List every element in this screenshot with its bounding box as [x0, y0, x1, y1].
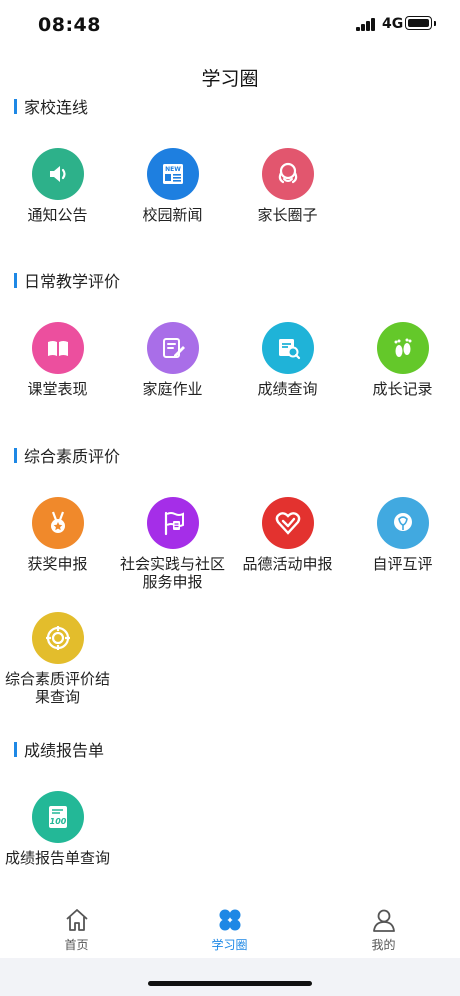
footprint-icon — [376, 322, 429, 374]
section-title: 日常教学评价 — [24, 272, 121, 291]
menu-item-label: 社会实践与社区服务申报 — [119, 555, 225, 591]
menu-item-label: 成绩报告单查询 — [4, 849, 110, 867]
menu-item-notice[interactable]: 通知公告 — [0, 148, 115, 224]
menu-item-label: 综合素质评价结果查询 — [4, 670, 110, 706]
book-icon — [31, 322, 84, 374]
section-accent-bar — [14, 447, 17, 463]
menu-item-news[interactable]: NEW 校园新闻 — [115, 148, 230, 224]
menu-item-score-query[interactable]: 成绩查询 — [230, 322, 345, 398]
menu-item-parent-circle[interactable]: 家长圈子 — [230, 148, 345, 224]
menu-item-report-query[interactable]: 100 成绩报告单查询 — [0, 791, 115, 867]
tab-home[interactable]: 首页 — [0, 900, 153, 953]
menu-item-growth-record[interactable]: 成长记录 — [345, 322, 460, 398]
home-icon — [65, 909, 88, 931]
clover-icon — [219, 909, 240, 931]
parent-circle-icon — [261, 148, 314, 200]
tab-mine[interactable]: 我的 — [307, 900, 460, 953]
menu-item-label: 家长圈子 — [257, 206, 318, 224]
section-header: 家校连线 — [14, 96, 89, 117]
tab-label: 学习圈 — [211, 938, 248, 952]
menu-item-self-peer-review[interactable]: 自评互评 — [345, 497, 460, 573]
menu-item-label: 获奖申报 — [27, 555, 88, 573]
target-icon — [31, 612, 84, 664]
score-report-icon: 100 — [31, 791, 84, 843]
menu-item-label: 成长记录 — [372, 380, 433, 398]
menu-item-label: 自评互评 — [372, 555, 433, 573]
score-badge-text: 100 — [49, 817, 66, 826]
section-accent-bar — [14, 98, 17, 114]
signal-icon — [356, 18, 376, 31]
section-title: 成绩报告单 — [24, 741, 105, 760]
tab-bar: 首页 学习圈 我的 — [0, 900, 460, 958]
menu-item-social-practice[interactable]: 社会实践与社区服务申报 — [115, 497, 230, 591]
user-icon — [372, 909, 395, 932]
menu-item-label: 校园新闻 — [142, 206, 203, 224]
home-indicator[interactable] — [148, 981, 312, 986]
menu-item-homework[interactable]: 家庭作业 — [115, 322, 230, 398]
status-bar: 08:48 4G — [0, 0, 460, 52]
news-icon: NEW — [146, 148, 199, 200]
menu-item-award[interactable]: 获奖申报 — [0, 497, 115, 573]
section-title: 家校连线 — [24, 98, 89, 117]
battery-icon — [405, 16, 436, 30]
network-type: 4G — [382, 16, 404, 32]
page-title: 学习圈 — [201, 68, 259, 90]
tab-study-circle[interactable]: 学习圈 — [153, 900, 306, 953]
menu-item-label: 课堂表现 — [27, 380, 88, 398]
medal-icon — [31, 497, 84, 549]
news-badge-text: NEW — [165, 166, 181, 173]
section-title: 综合素质评价 — [24, 447, 121, 466]
menu-item-label: 通知公告 — [27, 206, 88, 224]
section-accent-bar — [14, 272, 17, 288]
section-header: 日常教学评价 — [14, 270, 121, 291]
section-accent-bar — [14, 741, 17, 757]
tab-label: 我的 — [371, 938, 396, 952]
edit-icon — [146, 322, 199, 374]
section-header: 综合素质评价 — [14, 445, 121, 466]
speaker-icon — [31, 148, 84, 200]
menu-item-label: 家庭作业 — [142, 380, 203, 398]
home-indicator-area — [0, 958, 460, 996]
menu-item-label: 成绩查询 — [257, 380, 318, 398]
flag-icon — [146, 497, 199, 549]
section-header: 成绩报告单 — [14, 739, 105, 760]
heart-icon — [261, 497, 314, 549]
flower-badge-icon — [376, 497, 429, 549]
search-document-icon — [261, 322, 314, 374]
menu-item-comprehensive-result[interactable]: 综合素质评价结果查询 — [0, 612, 115, 706]
menu-item-label: 品德活动申报 — [242, 555, 333, 573]
status-time: 08:48 — [38, 14, 101, 36]
menu-item-moral-activity[interactable]: 品德活动申报 — [230, 497, 345, 573]
menu-item-classroom[interactable]: 课堂表现 — [0, 322, 115, 398]
tab-label: 首页 — [64, 938, 89, 952]
